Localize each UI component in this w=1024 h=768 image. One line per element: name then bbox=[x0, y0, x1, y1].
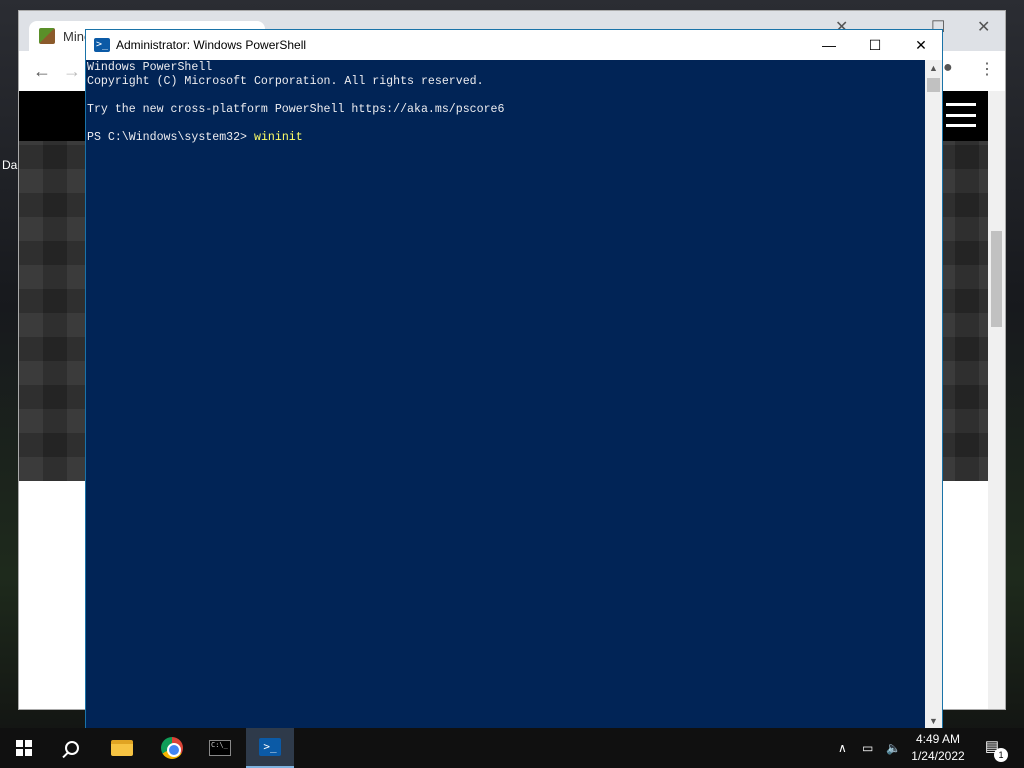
prompt-text: PS C:\Windows\system32> bbox=[87, 131, 254, 144]
volume-muted-icon[interactable]: 🔈 bbox=[886, 728, 901, 768]
search-button[interactable] bbox=[48, 728, 96, 768]
scroll-down-icon[interactable]: ▼ bbox=[929, 716, 938, 726]
command-prompt-icon: C:\_ bbox=[209, 740, 231, 756]
console-line: Windows PowerShell bbox=[87, 61, 213, 74]
console-output[interactable]: Windows PowerShell Copyright (C) Microsof… bbox=[86, 60, 926, 729]
taskbar-clock[interactable]: 4:49 AM 1/24/2022 bbox=[904, 731, 972, 765]
back-arrow-icon[interactable]: ← bbox=[33, 61, 51, 82]
taskbar: C:\_ >_ ∧ ▭ 🔈 4:49 AM 1/24/2022 ▤ 1 bbox=[0, 728, 1024, 768]
taskbar-command-prompt[interactable]: C:\_ bbox=[196, 728, 244, 768]
powershell-window[interactable]: >_ Administrator: Windows PowerShell — ☐… bbox=[85, 29, 943, 729]
window-title: Administrator: Windows PowerShell bbox=[116, 38, 307, 52]
browser-scroll-thumb[interactable] bbox=[991, 231, 1002, 327]
hamburger-menu-icon[interactable] bbox=[946, 103, 976, 127]
taskbar-file-explorer[interactable] bbox=[98, 728, 146, 768]
close-button[interactable]: ✕ bbox=[898, 30, 944, 60]
show-hidden-icons-button[interactable]: ∧ bbox=[838, 728, 847, 768]
desktop-icon-label[interactable]: Da bbox=[2, 158, 17, 172]
search-icon bbox=[65, 741, 79, 755]
scroll-up-icon[interactable]: ▲ bbox=[929, 63, 938, 73]
prompt-line[interactable]: PS C:\Windows\system32> wininit bbox=[87, 131, 925, 145]
powershell-icon: >_ bbox=[259, 738, 281, 756]
start-button[interactable] bbox=[0, 728, 48, 768]
network-icon[interactable]: ▭ bbox=[862, 728, 873, 768]
console-scrollbar[interactable]: ▲ ▼ bbox=[925, 60, 942, 729]
minecraft-favicon-icon bbox=[39, 28, 55, 44]
taskbar-chrome[interactable] bbox=[148, 728, 196, 768]
typed-command: wininit bbox=[253, 131, 303, 144]
powershell-icon: >_ bbox=[94, 38, 110, 52]
clock-date: 1/24/2022 bbox=[911, 749, 965, 763]
clock-time: 4:49 AM bbox=[915, 732, 961, 746]
windows-logo-icon bbox=[16, 740, 32, 756]
notification-center-icon[interactable]: ▤ 1 bbox=[980, 736, 1008, 762]
console-line: Try the new cross-platform PowerShell ht… bbox=[87, 103, 505, 116]
console-line: Copyright (C) Microsoft Corporation. All… bbox=[87, 75, 484, 88]
chrome-icon bbox=[161, 737, 183, 759]
folder-icon bbox=[111, 740, 133, 756]
chevron-up-icon: ∧ bbox=[838, 741, 847, 755]
menu-dots-icon[interactable]: ⋮ bbox=[979, 59, 995, 79]
forward-arrow-icon[interactable]: → bbox=[63, 61, 81, 82]
minimize-button[interactable]: — bbox=[806, 30, 852, 60]
maximize-button[interactable]: ☐ bbox=[852, 30, 898, 60]
profile-icon[interactable]: ● bbox=[943, 59, 953, 77]
taskbar-powershell[interactable]: >_ bbox=[246, 728, 294, 768]
console-scroll-thumb[interactable] bbox=[927, 78, 940, 92]
notification-count-badge: 1 bbox=[994, 748, 1008, 762]
powershell-titlebar[interactable]: >_ Administrator: Windows PowerShell — ☐… bbox=[86, 30, 942, 60]
browser-scrollbar[interactable] bbox=[988, 91, 1005, 709]
browser-close-icon[interactable]: ✕ bbox=[977, 17, 990, 37]
